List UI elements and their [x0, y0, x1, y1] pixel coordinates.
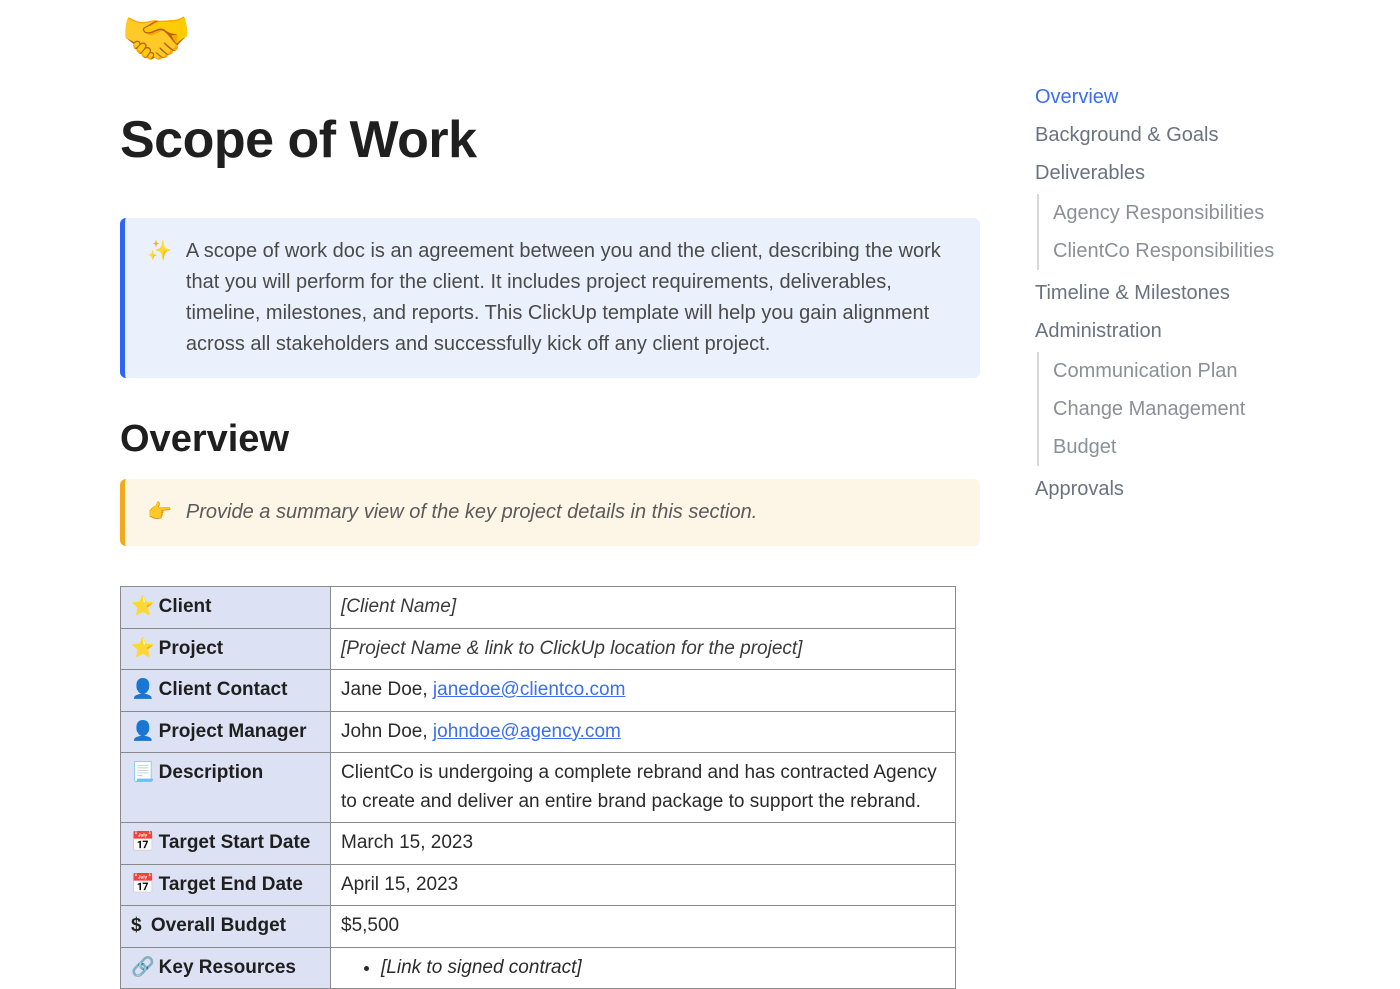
sparkle-icon: ✨ [147, 236, 172, 360]
table-row: 📅Target Start Date March 15, 2023 [121, 823, 956, 865]
dollar-icon: $ [131, 915, 142, 936]
person-icon: 👤 [131, 721, 155, 742]
value-description[interactable]: ClientCo is undergoing a complete rebran… [331, 753, 956, 823]
toc-subitem-clientco-responsibilities[interactable]: ClientCo Responsibilities [1053, 232, 1315, 270]
label-project[interactable]: ⭐Project [121, 628, 331, 670]
pointing-right-icon: 👉 [147, 497, 172, 528]
value-client-contact[interactable]: Jane Doe, janedoe@clientco.com [331, 670, 956, 712]
page-icon[interactable]: 🤝 [120, 10, 192, 68]
value-text: [Client Name] [341, 596, 456, 617]
person-icon: 👤 [131, 679, 155, 700]
table-row: $ Overall Budget $5,500 [121, 906, 956, 948]
label-client[interactable]: ⭐Client [121, 587, 331, 629]
calendar-icon: 📅 [131, 874, 155, 895]
table-row: 📃Description ClientCo is undergoing a co… [121, 753, 956, 823]
value-text: [Project Name & link to ClickUp location… [341, 638, 802, 659]
intro-callout: ✨ A scope of work doc is an agreement be… [120, 218, 980, 378]
label-budget[interactable]: $ Overall Budget [121, 906, 331, 948]
resource-item[interactable]: [Link to signed contract] [381, 954, 945, 983]
value-target-end[interactable]: April 15, 2023 [331, 864, 956, 906]
toc-sublist-deliverables: Agency Responsibilities ClientCo Respons… [1037, 194, 1315, 270]
intro-callout-text[interactable]: A scope of work doc is an agreement betw… [186, 236, 958, 360]
table-row: 🔗Key Resources [Link to signed contract] [121, 947, 956, 989]
toc-subitem-communication-plan[interactable]: Communication Plan [1053, 352, 1315, 390]
toc-subitem-agency-responsibilities[interactable]: Agency Responsibilities [1053, 194, 1315, 232]
table-row: 👤Client Contact Jane Doe, janedoe@client… [121, 670, 956, 712]
label-resources[interactable]: 🔗Key Resources [121, 947, 331, 989]
value-client[interactable]: [Client Name] [331, 587, 956, 629]
toc-item-overview[interactable]: Overview [1035, 78, 1315, 116]
value-target-start[interactable]: March 15, 2023 [331, 823, 956, 865]
label-text: Client Contact [159, 679, 288, 700]
label-description[interactable]: 📃Description [121, 753, 331, 823]
value-resources[interactable]: [Link to signed contract] [331, 947, 956, 989]
star-icon: ⭐ [131, 596, 155, 617]
client-contact-email-link[interactable]: janedoe@clientco.com [433, 679, 626, 700]
overview-table: ⭐Client [Client Name] ⭐Project [Project … [120, 586, 956, 989]
toc-item-approvals[interactable]: Approvals [1035, 470, 1315, 508]
label-text: Target Start Date [159, 832, 311, 853]
document-icon: 📃 [131, 762, 155, 783]
overview-callout: 👉 Provide a summary view of the key proj… [120, 479, 980, 546]
table-of-contents: Overview Background & Goals Deliverables… [1035, 78, 1315, 508]
label-text: Client [159, 596, 212, 617]
table-row: ⭐Project [Project Name & link to ClickUp… [121, 628, 956, 670]
calendar-icon: 📅 [131, 832, 155, 853]
star-icon: ⭐ [131, 638, 155, 659]
label-text: Project [159, 638, 223, 659]
label-text: Description [159, 762, 264, 783]
toc-item-deliverables[interactable]: Deliverables [1035, 154, 1315, 192]
label-target-start[interactable]: 📅Target Start Date [121, 823, 331, 865]
label-text: Overall Budget [151, 915, 286, 936]
resource-list: [Link to signed contract] [341, 954, 945, 983]
toc-item-timeline-milestones[interactable]: Timeline & Milestones [1035, 274, 1315, 312]
value-budget[interactable]: $5,500 [331, 906, 956, 948]
toc-sublist-administration: Communication Plan Change Management Bud… [1037, 352, 1315, 466]
main-content: Scope of Work ✨ A scope of work doc is a… [120, 110, 980, 989]
label-text: Key Resources [159, 957, 296, 978]
table-row: 📅Target End Date April 15, 2023 [121, 864, 956, 906]
label-text: Project Manager [159, 721, 307, 742]
toc-item-administration[interactable]: Administration [1035, 312, 1315, 350]
link-icon: 🔗 [131, 957, 155, 978]
toc-subitem-budget[interactable]: Budget [1053, 428, 1315, 466]
project-manager-email-link[interactable]: johndoe@agency.com [433, 721, 621, 742]
overview-heading[interactable]: Overview [120, 418, 980, 461]
value-project[interactable]: [Project Name & link to ClickUp location… [331, 628, 956, 670]
page-title[interactable]: Scope of Work [120, 110, 980, 170]
table-row: 👤Project Manager John Doe, johndoe@agenc… [121, 711, 956, 753]
label-text: Target End Date [159, 874, 303, 895]
overview-callout-text[interactable]: Provide a summary view of the key projec… [186, 497, 757, 528]
label-project-manager[interactable]: 👤Project Manager [121, 711, 331, 753]
toc-subitem-change-management[interactable]: Change Management [1053, 390, 1315, 428]
value-prefix: Jane Doe, [341, 679, 433, 700]
label-client-contact[interactable]: 👤Client Contact [121, 670, 331, 712]
value-project-manager[interactable]: John Doe, johndoe@agency.com [331, 711, 956, 753]
toc-item-background-goals[interactable]: Background & Goals [1035, 116, 1315, 154]
label-target-end[interactable]: 📅Target End Date [121, 864, 331, 906]
table-row: ⭐Client [Client Name] [121, 587, 956, 629]
value-prefix: John Doe, [341, 721, 433, 742]
